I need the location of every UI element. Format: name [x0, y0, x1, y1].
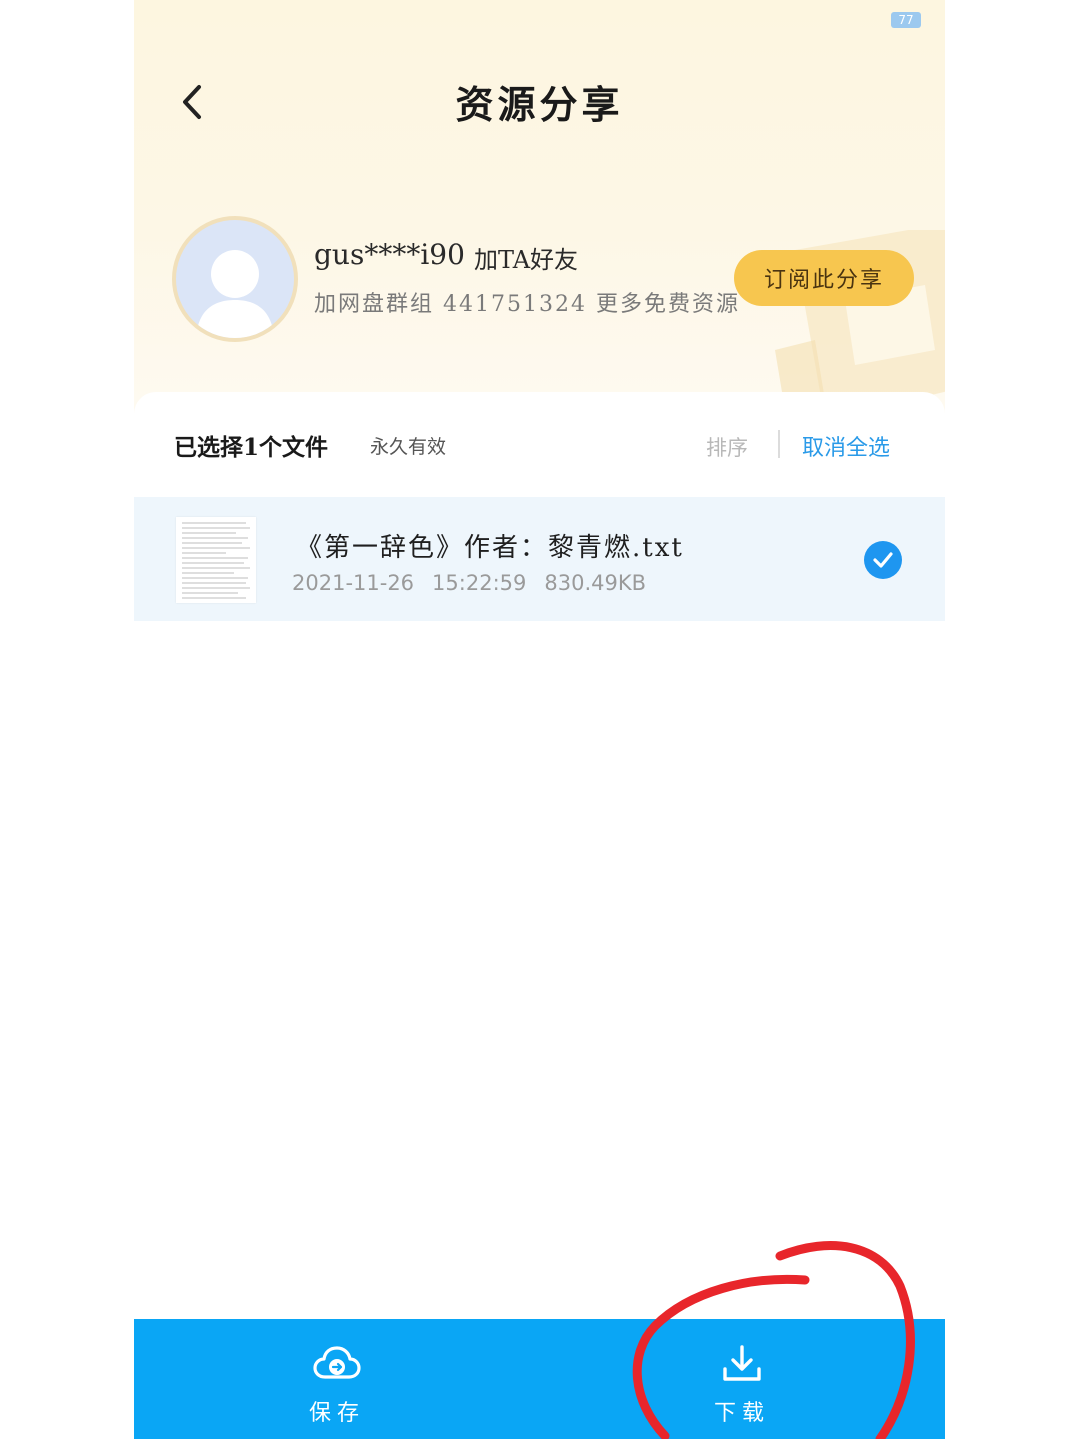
save-label: 保存 — [308, 1401, 365, 1426]
download-label: 下载 — [713, 1401, 770, 1426]
header-banner: 77 资源分享 gus****i90 加TA好友 加网盘群组 441751324… — [134, 0, 945, 420]
file-list-panel: 已选择1个文件 永久有效 排序 取消全选 《第一辞色》作者：黎青燃.txt 20… — [134, 392, 945, 1439]
file-size: 830.49KB — [544, 571, 647, 595]
file-meta: 2021-11-26 15:22:59 830.49KB — [292, 571, 664, 595]
avatar[interactable] — [172, 216, 298, 342]
file-thumbnail — [176, 517, 256, 603]
check-icon — [873, 552, 893, 568]
subscribe-button[interactable]: 订阅此分享 — [734, 250, 914, 306]
list-item[interactable]: 《第一辞色》作者：黎青燃.txt 2021-11-26 15:22:59 830.4… — [134, 497, 945, 621]
selected-checkbox[interactable] — [864, 541, 902, 579]
validity-label: 永久有效 — [370, 436, 447, 458]
user-silhouette-icon — [196, 250, 274, 338]
username: gus****i90 — [314, 238, 465, 271]
file-name: 《第一辞色》作者：黎青燃.txt — [296, 533, 684, 563]
save-button[interactable]: 保存 — [134, 1319, 540, 1439]
app-screen: 77 资源分享 gus****i90 加TA好友 加网盘群组 441751324… — [134, 0, 945, 1439]
file-date: 2021-11-26 — [292, 571, 415, 595]
file-time: 15:22:59 — [432, 571, 527, 595]
selection-toolbar: 已选择1个文件 永久有效 排序 取消全选 — [174, 422, 909, 466]
add-friend-link[interactable]: 加TA好友 — [474, 240, 578, 275]
page-title: 资源分享 — [455, 82, 624, 127]
deselect-all-button[interactable]: 取消全选 — [802, 430, 890, 462]
selected-count: 已选择1个文件 — [174, 434, 329, 461]
cloud-save-icon — [313, 1346, 361, 1379]
sort-button[interactable]: 排序 — [706, 432, 748, 462]
status-bar: 77 — [134, 0, 945, 40]
bottom-action-bar: 保存 下载 — [134, 1319, 945, 1439]
battery-indicator: 77 — [891, 12, 921, 28]
text-document-icon — [182, 522, 250, 599]
download-icon — [723, 1345, 761, 1381]
share-description: 加网盘群组 441751324 更多免费资源 — [314, 292, 740, 317]
download-button[interactable]: 下载 — [539, 1319, 945, 1439]
divider — [778, 430, 780, 458]
